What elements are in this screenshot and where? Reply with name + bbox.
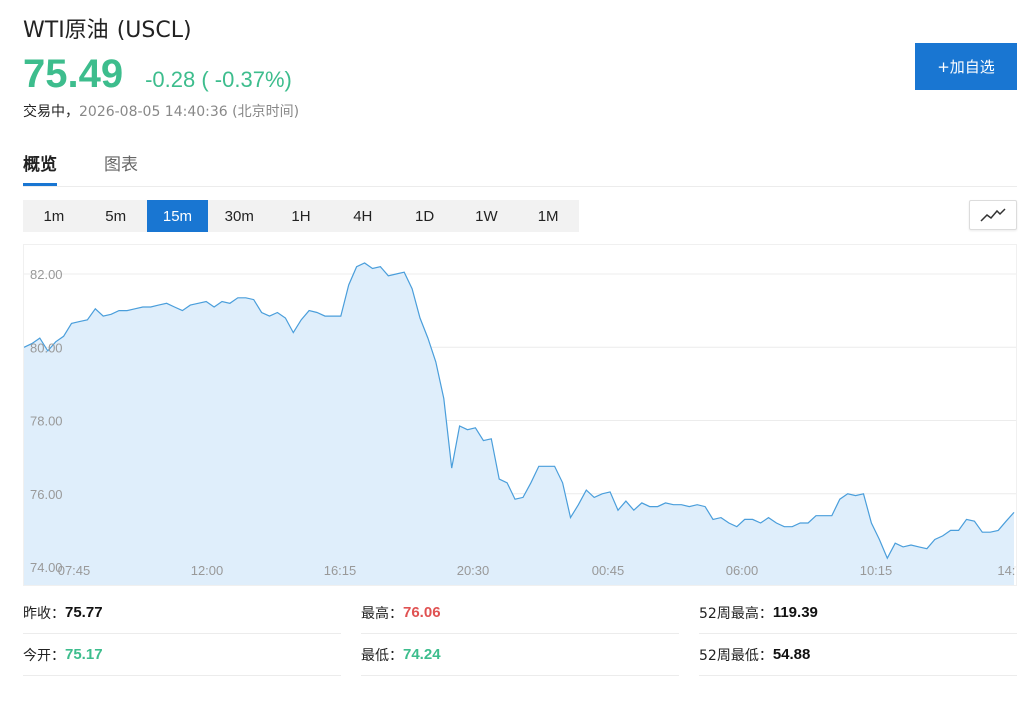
stat-label: 52周最高：: [699, 605, 773, 622]
period-selector: 1m 5m 15m 30m 1H 4H 1D 1W 1M: [23, 200, 579, 232]
price-area: [24, 263, 1014, 585]
period-5m[interactable]: 5m: [85, 200, 147, 232]
y-tick-label: 82.00: [30, 267, 63, 282]
x-tick-label: 00:45: [592, 563, 625, 578]
stat-value: 119.39: [772, 604, 818, 621]
tab-bar: 概览 图表: [23, 146, 1017, 187]
y-tick-label: 78.00: [30, 414, 63, 429]
stat-value: 75.17: [65, 646, 103, 663]
stat-value: 75.77: [65, 604, 103, 621]
instrument-code: (USCL): [116, 18, 192, 43]
stat-52w-high: 52周最高： 119.39: [699, 592, 1017, 634]
stat-label: 最高：: [361, 605, 403, 622]
instrument-name: WTI原油: [23, 18, 109, 43]
period-1m[interactable]: 1m: [23, 200, 85, 232]
stat-label: 昨收：: [23, 605, 65, 622]
price-chart-svg: 82.0080.0078.0076.0074.0007:45 12:00 16:15…: [24, 262, 1016, 585]
stat-label: 今开：: [23, 647, 65, 664]
stat-high: 最高： 76.06: [361, 592, 679, 634]
x-tick-label: 10:15: [860, 563, 893, 578]
stat-low: 最低： 74.24: [361, 634, 679, 676]
stat-value: 54.88: [772, 646, 811, 663]
x-tick-label: 07:45: [58, 563, 91, 578]
x-tick-label: 16:15: [324, 563, 357, 578]
stat-open: 今开： 75.17: [23, 634, 341, 676]
tab-overview[interactable]: 概览: [23, 150, 57, 186]
price-row: 75.49 -0.28 ( -0.37%): [23, 52, 292, 97]
stat-prev-close: 昨收： 75.77: [23, 592, 341, 634]
stat-label: 52周最低：: [699, 647, 773, 664]
stats-row: 今开： 75.17 最低： 74.24 52周最低： 54.88: [23, 634, 1017, 676]
stat-label: 最低：: [361, 647, 403, 664]
period-1d[interactable]: 1D: [394, 200, 456, 232]
x-tick-label: 14:3: [997, 563, 1016, 578]
trading-status-label: 交易中，: [23, 104, 79, 120]
add-to-watchlist-button[interactable]: +加自选: [915, 43, 1017, 90]
x-tick-label: 12:00: [191, 563, 224, 578]
period-30m[interactable]: 30m: [208, 200, 270, 232]
trading-status: 交易中，2026-08-05 14:40:36 (北京时间): [23, 101, 299, 121]
stats-panel: 昨收： 75.77 最高： 76.06 52周最高： 119.39 今开： 75.17 …: [23, 592, 1017, 676]
trading-status-time: 2026-08-05 14:40:36 (北京时间): [79, 104, 300, 120]
stats-row: 昨收： 75.77 最高： 76.06 52周最高： 119.39: [23, 592, 1017, 634]
stat-value: 74.24: [403, 646, 441, 663]
period-1mo[interactable]: 1M: [517, 200, 579, 232]
last-price: 75.49: [23, 52, 124, 96]
x-tick-label: 06:00: [726, 563, 759, 578]
chart-type-button[interactable]: [969, 200, 1017, 230]
price-change: -0.28 ( -0.37%): [145, 67, 292, 92]
line-chart-icon: [980, 208, 1006, 222]
period-4h[interactable]: 4H: [332, 200, 394, 232]
period-1w[interactable]: 1W: [455, 200, 517, 232]
price-chart[interactable]: 82.00 80.00 78.00 76.00 74.00 07:45 12:00 16:15…: [23, 244, 1017, 586]
stat-value: 76.06: [403, 604, 441, 621]
y-tick-label: 76.00: [30, 487, 63, 502]
x-tick-label: 20:30: [457, 563, 490, 578]
stat-52w-low: 52周最低： 54.88: [699, 634, 1017, 676]
period-15m[interactable]: 15m: [146, 200, 209, 232]
period-1h[interactable]: 1H: [270, 200, 332, 232]
y-tick-label: 80.00: [30, 340, 63, 355]
tab-chart[interactable]: 图表: [104, 150, 138, 186]
instrument-title: WTI原油 (USCL): [23, 12, 192, 44]
